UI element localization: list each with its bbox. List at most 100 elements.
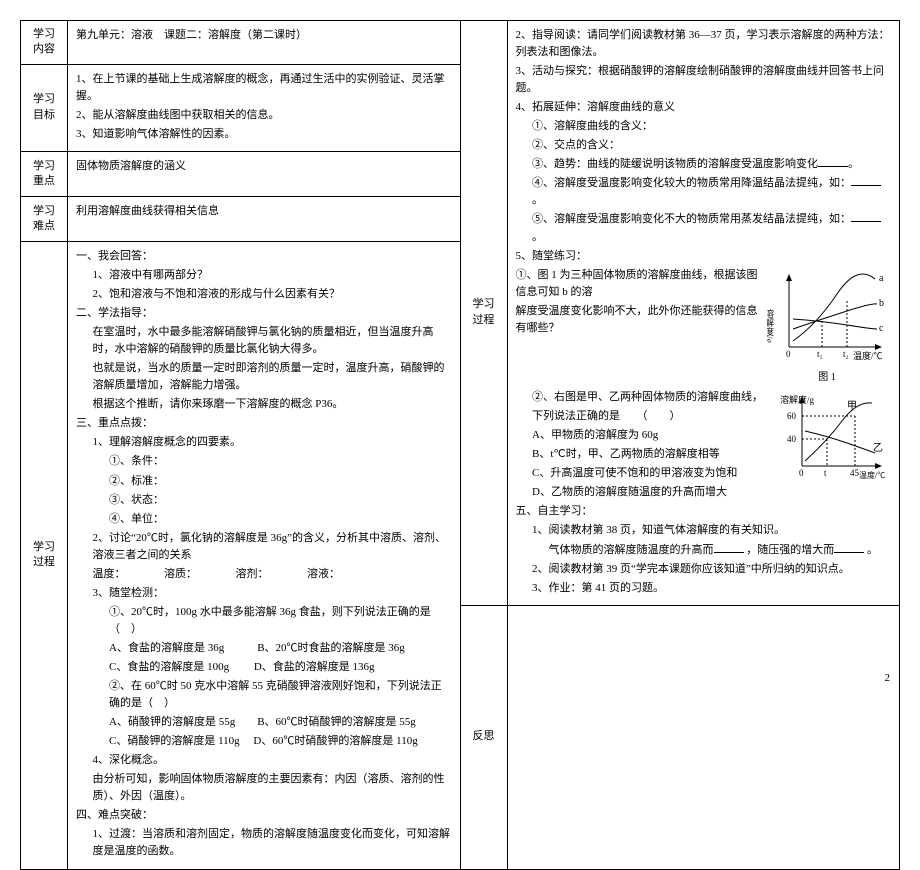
origin2: 0 [799, 468, 804, 478]
p8: 由分析可知，影响固体物质溶解度的主要因素有：内因（溶质、溶剂的性质）、外因（温度… [76, 771, 452, 805]
i2: ②、标准： [76, 473, 452, 490]
text: 利用溶解度曲线获得相关信息 [76, 203, 452, 220]
i5: ⑤、溶解度受温度影响变化不大的物质常用蒸发结晶法提纯，如：。 [516, 211, 892, 245]
oC2: C、硝酸钾的溶解度是 110g D、60℃时硝酸钾的溶解度是 110g [76, 733, 452, 750]
fig1-caption: 图 1 [767, 370, 887, 386]
label-process-right: 学习过程 [461, 21, 508, 605]
p5b: 温度： 溶质： 溶剂： 溶液： [76, 566, 452, 583]
i5t: ⑤、溶解度受温度影响变化不大的物质常用蒸发结晶法提纯，如： [532, 213, 851, 225]
sec2-h: 二、学法指导： [76, 305, 452, 322]
row-keypoint: 学习重点 固体物质溶解度的涵义 [21, 152, 460, 197]
label-difficulty: 学习难点 [21, 197, 68, 241]
i4: ④、单位： [76, 511, 452, 528]
i3: ③、状态： [76, 492, 452, 509]
x-label: 温度/℃ [853, 350, 883, 361]
p2: 也就是说，当水的质量一定时即溶剂的质量一定时，温度升高，硝酸钾的溶解质量增加，溶… [76, 360, 452, 394]
l2: 3、活动与探究：根据硝酸钾的溶解度绘制硝酸钾的溶解度曲线并回答书上问题。 [516, 63, 892, 97]
xt: t [824, 468, 827, 478]
goal-3: 3、知道影响气体溶解性的因素。 [76, 126, 452, 143]
cell-process-left: 一、我会回答： 1、溶液中有哪两部分？ 2、饱和溶液与不饱和溶液的形成与什么因素… [68, 242, 460, 869]
cell-process-right: 2、指导阅读：请同学们阅读教材第 36—37 页，学习表示溶解度的两种方法：列表… [508, 21, 900, 605]
y40: 40 [787, 434, 797, 444]
label-reflection: 反思 [461, 606, 508, 869]
blank [818, 156, 848, 167]
y-label-2: 溶解度/g [780, 394, 815, 405]
p6: 3、随堂检测： [76, 585, 452, 602]
i3t: ③、趋势：曲线的陡缓说明该物质的溶解度受温度影响变化 [532, 158, 818, 170]
sec4-h: 四、难点突破： [76, 807, 452, 824]
figure-1: 溶解度/g a b c 0 t₁ t₂ 温度/℃ 图 1 [767, 269, 887, 386]
goal-2: 2、能从溶解度曲线图中获取相关的信息。 [76, 107, 452, 124]
blank [714, 542, 744, 553]
lbl-c: c [879, 323, 884, 334]
label-process-left: 学习过程 [21, 242, 68, 869]
h5: 五、自主学习： [516, 503, 892, 520]
p9: 1、过渡：当溶质和溶剂固定，物质的溶解度随温度变化而变化，可知溶解度是温度的函数… [76, 826, 452, 860]
cell-reflection [508, 606, 900, 869]
y-label: 溶解度/g [767, 308, 774, 344]
worksheet-page: 学习内容 第九单元：溶液 课题二：溶解度（第二课时） 学习目标 1、在上节课的基… [20, 20, 900, 870]
i1: ①、溶解度曲线的含义： [516, 118, 892, 135]
row-reflection: 反思 [461, 606, 900, 869]
p7: 4、深化概念。 [76, 752, 452, 769]
p5a: 2、讨论“20℃时，氯化钠的溶解度是 36g”的含义，分析其中溶质、溶剂、溶液三… [76, 530, 452, 564]
right-column: 学习过程 2、指导阅读：请同学们阅读教材第 36—37 页，学习表示溶解度的两种… [461, 21, 900, 869]
s2c: 。 [867, 544, 878, 556]
origin: 0 [786, 349, 791, 359]
yi: 乙 [873, 442, 883, 454]
q2: 2、饱和溶液与不饱和溶液的形成与什么因素有关？ [76, 286, 452, 303]
lbl-b: b [879, 298, 884, 309]
cell-goals: 1、在上节课的基础上生成溶解度的概念，再通过生活中的实例验证、灵活掌握。 2、能… [68, 65, 460, 151]
s2b: ，随压强的增大而 [746, 544, 834, 556]
blank [851, 175, 881, 186]
lbl-a: a [879, 273, 884, 284]
text: 固体物质溶解度的涵义 [76, 158, 452, 175]
oA2: A、硝酸钾的溶解度是 55g B、60℃时硝酸钾的溶解度是 55g [76, 714, 452, 731]
blank [834, 542, 864, 553]
l4: 5、随堂练习： [516, 248, 892, 265]
t2: ②、在 60℃时 50 克水中溶解 55 克硝酸钾溶液刚好饱和，下列说法正确的是… [76, 678, 452, 712]
row-goals: 学习目标 1、在上节课的基础上生成溶解度的概念，再通过生活中的实例验证、灵活掌握… [21, 65, 460, 152]
row-content: 学习内容 第九单元：溶液 课题二：溶解度（第二课时） [21, 21, 460, 65]
sec1-h: 一、我会回答： [76, 248, 452, 265]
oC: C、食盐的溶解度是 100g D、食盐的溶解度是 136g [76, 659, 452, 676]
figure-2: 溶解度/g 60 40 甲 乙 0 t 45 温度/℃ [777, 391, 887, 487]
q1: 1、溶液中有哪两部分？ [76, 267, 452, 284]
jia: 甲 [847, 401, 857, 412]
i4: ④、溶解度受温度影响变化较大的物质常用降温结晶法提纯，如：。 [516, 175, 892, 209]
page-number: 2 [885, 672, 891, 684]
s3: 2、阅读教材第 39 页“学完本课题你应该知道”中所归纳的知识点。 [516, 561, 892, 578]
s1: 1、阅读教材第 38 页，知道气体溶解度的有关知识。 [516, 522, 892, 539]
i2: ②、交点的含义： [516, 137, 892, 154]
row-difficulty: 学习难点 利用溶解度曲线获得相关信息 [21, 197, 460, 242]
sec3-h: 三、重点点拨： [76, 415, 452, 432]
chart-1-svg: 溶解度/g a b c 0 t₁ t₂ 温度/℃ [767, 269, 887, 364]
goal-1: 1、在上节课的基础上生成溶解度的概念，再通过生活中的实例验证、灵活掌握。 [76, 71, 452, 105]
label-goals: 学习目标 [21, 65, 68, 151]
i3: ③、趋势：曲线的陡缓说明该物质的溶解度受温度影响变化。 [516, 156, 892, 173]
s2a: 气体物质的溶解度随温度的升高而 [549, 544, 714, 556]
l3: 4、拓展延伸：溶解度曲线的意义 [516, 99, 892, 116]
t1: ①、20℃时，100g 水中最多能溶解 36g 食盐，则下列说法正确的是（ ） [76, 604, 452, 638]
x-label-2: 温度/℃ [859, 470, 885, 480]
blank [851, 212, 881, 223]
p3: 根据这个推断，请你来琢磨一下溶解度的概念 P36。 [76, 396, 452, 413]
chart-2-svg: 溶解度/g 60 40 甲 乙 0 t 45 温度/℃ [777, 391, 887, 481]
cell-difficulty: 利用溶解度曲线获得相关信息 [68, 197, 460, 241]
cell-content: 第九单元：溶液 课题二：溶解度（第二课时） [68, 21, 460, 64]
s2: 气体物质的溶解度随温度的升高而 ，随压强的增大而 。 [516, 542, 892, 559]
label-content: 学习内容 [21, 21, 68, 64]
i1: ①、条件： [76, 453, 452, 470]
t1: t₁ [817, 349, 823, 359]
left-column: 学习内容 第九单元：溶液 课题二：溶解度（第二课时） 学习目标 1、在上节课的基… [21, 21, 461, 869]
p1: 在室温时，水中最多能溶解硝酸钾与氯化钠的质量相近，但当温度升高时，水中溶解的硝酸… [76, 324, 452, 358]
t2: t₂ [843, 349, 849, 359]
cell-keypoint: 固体物质溶解度的涵义 [68, 152, 460, 196]
y60: 60 [787, 411, 797, 421]
oA: A、食盐的溶解度是 36g B、20℃时食盐的溶解度是 36g [76, 640, 452, 657]
s4: 3、作业：第 41 页的习题。 [516, 580, 892, 597]
text: 第九单元：溶液 课题二：溶解度（第二课时） [76, 27, 452, 44]
p4: 1、理解溶解度概念的四要素。 [76, 434, 452, 451]
row-process-right: 学习过程 2、指导阅读：请同学们阅读教材第 36—37 页，学习表示溶解度的两种… [461, 21, 900, 606]
row-process-left: 学习过程 一、我会回答： 1、溶液中有哪两部分？ 2、饱和溶液与不饱和溶液的形成… [21, 242, 460, 869]
